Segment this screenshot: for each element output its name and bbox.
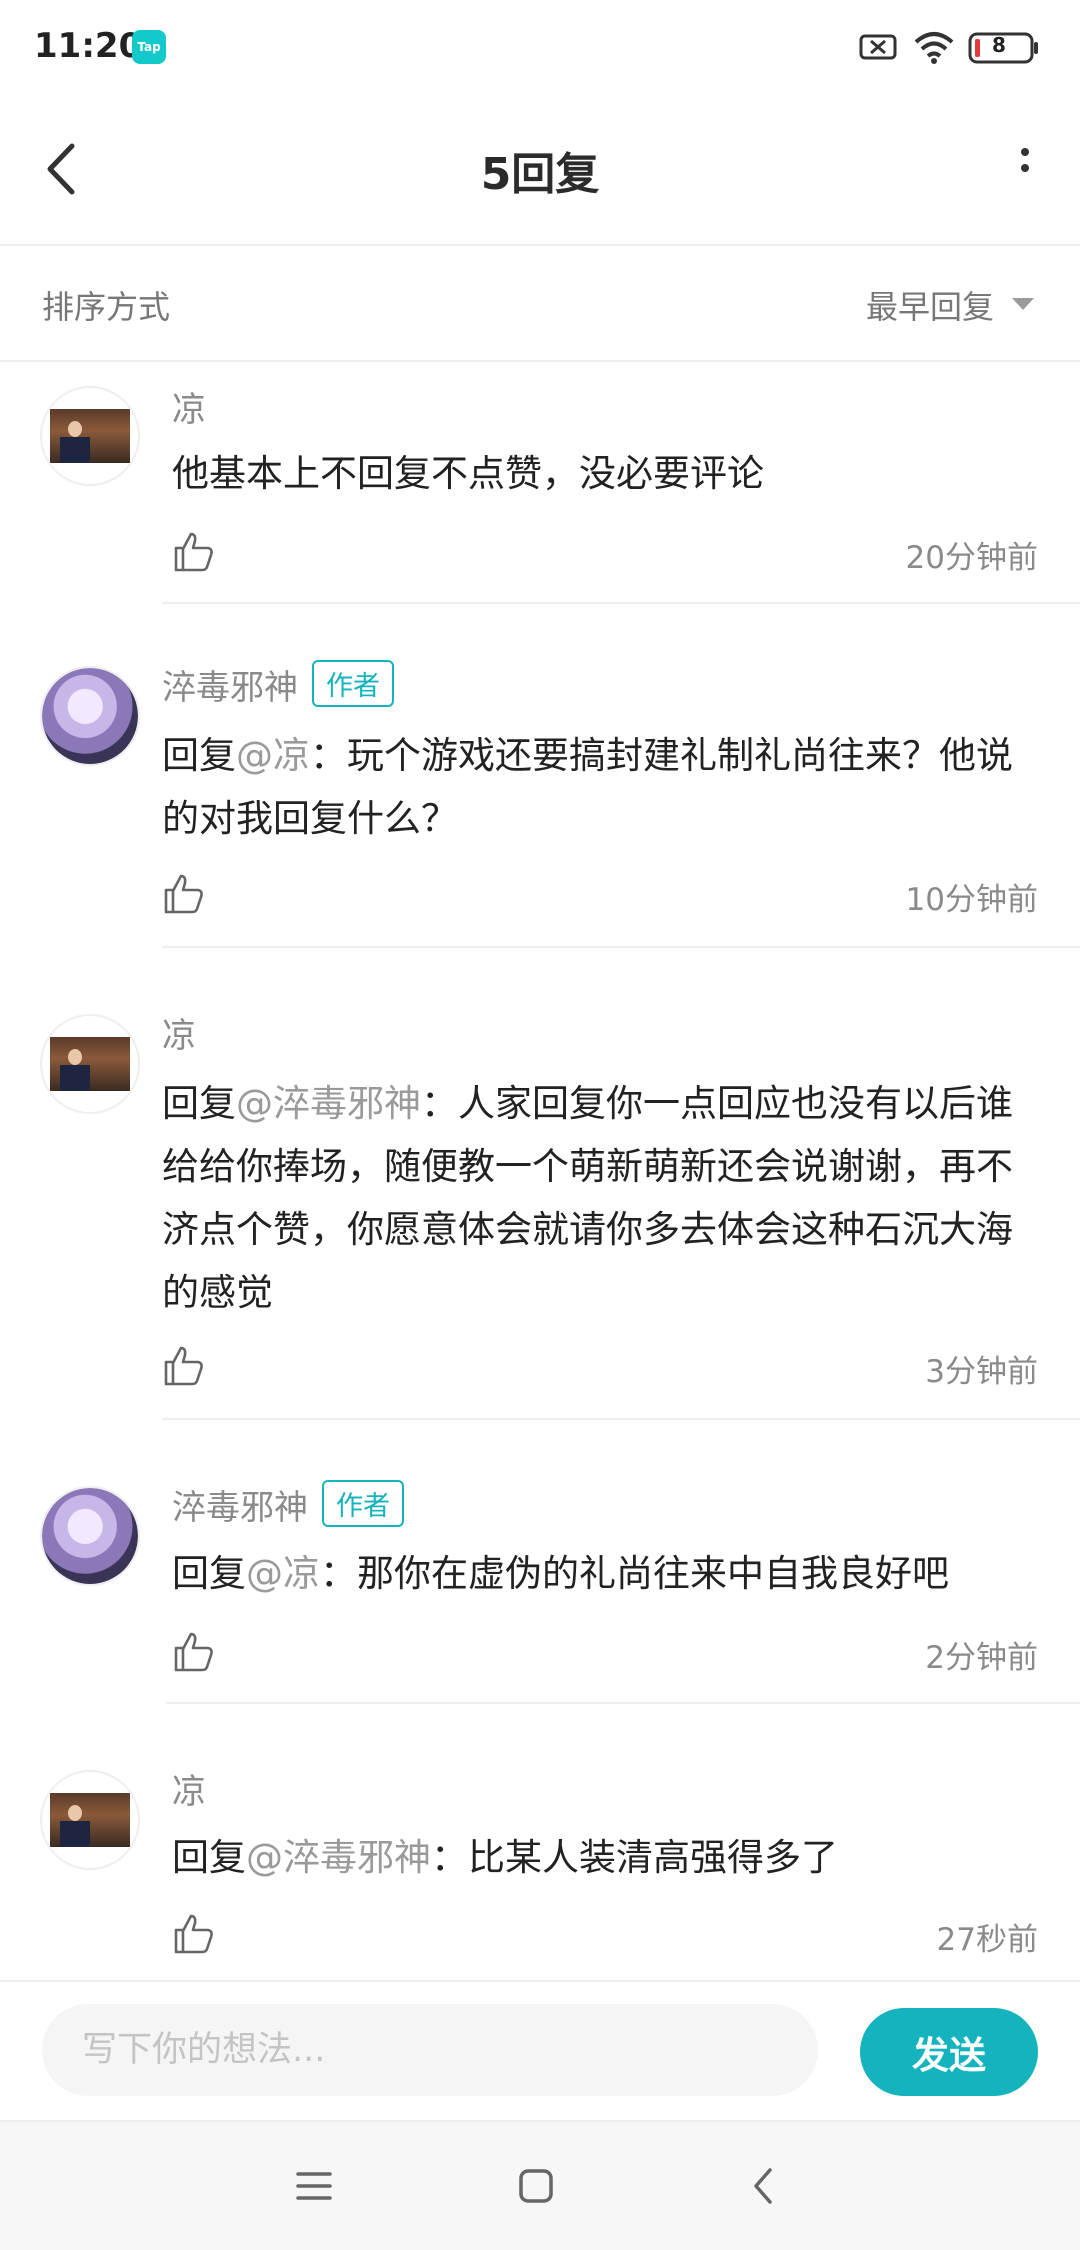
tap-app-icon: Tap [132,30,166,64]
sort-bar: 排序方式 最早回复 [0,246,1080,362]
reply-prefix: 回复 [162,734,236,777]
mention-link[interactable]: @凉 [236,734,310,777]
author-badge: 作者 [312,660,394,707]
mention-link[interactable]: @淬毒邪神 [236,1082,421,1125]
comment-text: ：比某人装清高强得多了 [431,1836,838,1879]
home-icon[interactable] [506,2156,566,2216]
avatar[interactable] [40,1014,140,1114]
sim-off-icon [859,34,897,60]
comment-author-row: 淬毒邪神 作者 [162,660,394,709]
comment-time: 10分钟前 [905,882,1038,918]
comment-time: 3分钟前 [925,1354,1038,1390]
author-badge: 作者 [322,1480,404,1527]
comment-content: 回复@淬毒邪神：比某人装清高强得多了 [172,1826,1042,1889]
divider [162,946,1080,948]
comment-author[interactable]: 凉 [172,1764,206,1813]
wifi-icon [914,32,954,64]
nav-back-icon[interactable] [734,2156,794,2216]
comment-author[interactable]: 凉 [162,1008,196,1057]
avatar[interactable] [40,1486,140,1586]
mention-link[interactable]: @凉 [246,1552,320,1595]
avatar[interactable] [40,1770,140,1870]
thumbs-up-icon[interactable] [162,1344,206,1388]
reply-prefix: 回复 [172,1836,246,1879]
comment-text: ：那你在虚伪的礼尚往来中自我良好吧 [320,1552,949,1595]
avatar[interactable] [40,666,140,766]
page-title: 5回复 [480,149,600,200]
comment-content: 他基本上不回复不点赞，没必要评论 [172,442,1032,505]
divider [162,1418,1080,1420]
comment-content: 回复@淬毒邪神：人家回复你一点回应也没有以后谁给给你捧场，随便教一个萌新萌新还会… [162,1072,1042,1324]
avatar[interactable] [40,386,140,486]
comment-content: 回复@凉：玩个游戏还要搞封建礼制礼尚往来？他说的对我回复什么？ [162,724,1042,850]
reply-prefix: 回复 [162,1082,236,1125]
thumbs-up-icon[interactable] [172,530,216,574]
mention-link[interactable]: @淬毒邪神 [246,1836,431,1879]
send-button[interactable]: 发送 [860,2008,1038,2096]
caret-down-icon[interactable] [1012,298,1034,310]
comment-author[interactable]: 凉 [172,382,206,431]
comment-author-row: 淬毒邪神 作者 [172,1480,404,1529]
sort-dropdown[interactable]: 最早回复 [866,282,994,328]
battery-level: 8 [992,33,1006,57]
comment-time: 2分钟前 [925,1640,1038,1676]
thumbs-up-icon[interactable] [172,1630,216,1674]
comment-time: 20分钟前 [905,540,1038,576]
comment-author[interactable]: 淬毒邪神 [172,1488,308,1528]
status-bar: 11:20 Tap 8 [0,0,1080,96]
sort-label: 排序方式 [42,288,171,326]
comment-time: 27秒前 [936,1922,1038,1958]
top-app-bar: 5回复 [0,96,1080,246]
menu-icon[interactable] [284,2156,344,2216]
comment-author[interactable]: 淬毒邪神 [162,668,298,708]
thumbs-up-icon[interactable] [172,1912,216,1956]
divider [162,602,1080,604]
reply-prefix: 回复 [172,1552,246,1595]
status-time: 11:20 [34,26,143,66]
comment-content: 回复@凉：那你在虚伪的礼尚往来中自我良好吧 [172,1542,1042,1605]
reply-composer: 发送 [0,1980,1080,2120]
comment-text: 他基本上不回复不点赞，没必要评论 [172,452,764,495]
thumbs-up-icon[interactable] [162,872,206,916]
reply-input[interactable] [42,2004,818,2096]
system-nav-bar [0,2120,1080,2250]
more-icon[interactable] [1010,142,1040,192]
divider [166,1702,1080,1704]
